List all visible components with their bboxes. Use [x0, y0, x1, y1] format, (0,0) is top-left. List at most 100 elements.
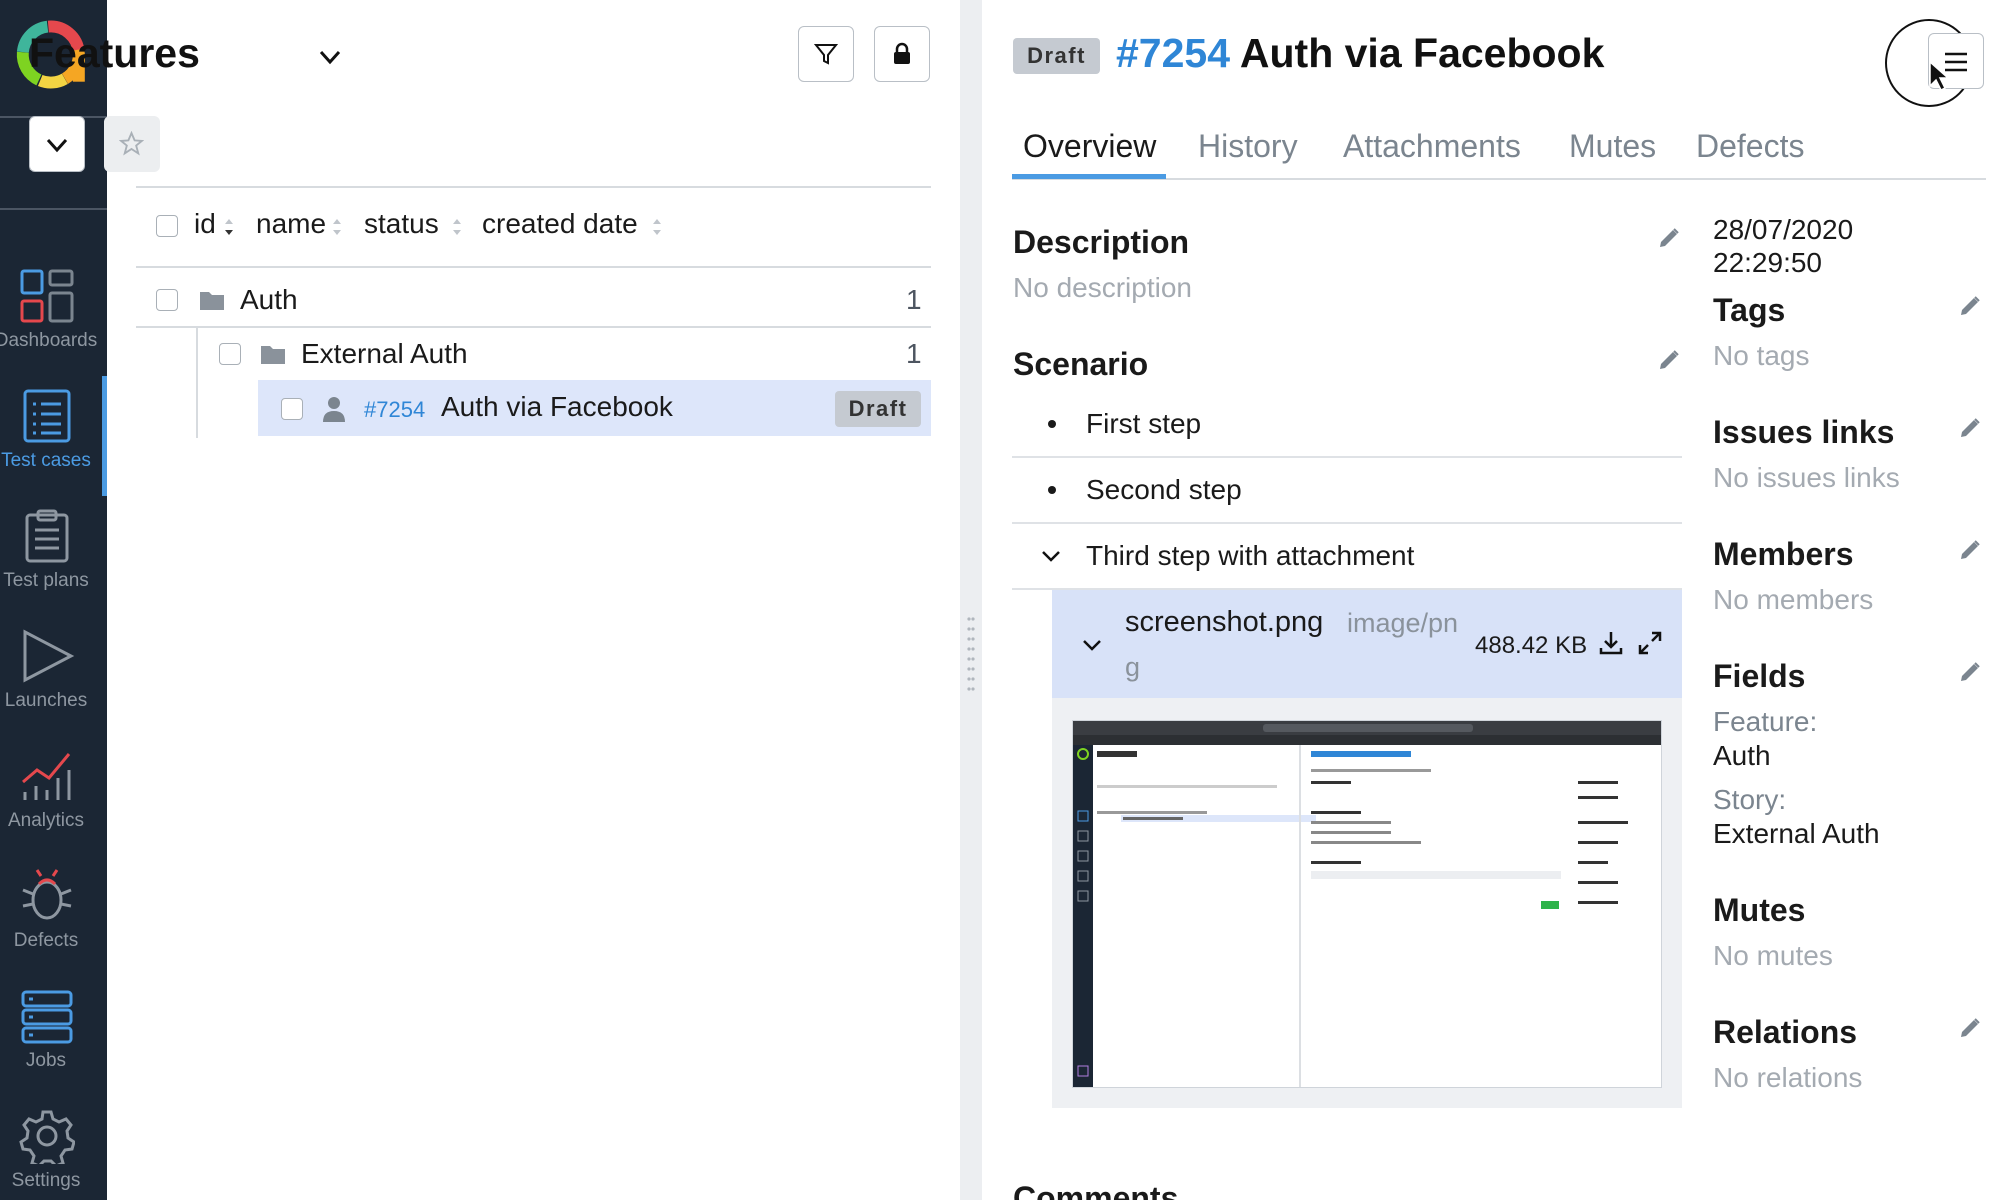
sidebar-item-label: Test cases	[1, 450, 91, 471]
row-checkbox[interactable]	[281, 398, 303, 420]
row-checkbox[interactable]	[156, 289, 178, 311]
tree-title[interactable]: Features	[29, 30, 200, 77]
tags-title: Tags	[1713, 292, 1786, 328]
sidebar-item-launches[interactable]: Launches	[0, 616, 107, 736]
created-time: 22:29:50	[1713, 247, 1822, 278]
analytics-icon	[22, 753, 71, 800]
sidebar-divider	[0, 208, 107, 210]
field-label-feature: Feature:	[1713, 706, 1818, 737]
scenario-step[interactable]: Third step with attachment	[1086, 540, 1414, 572]
folder-icon	[261, 346, 285, 364]
tab-history[interactable]: History	[1198, 128, 1298, 165]
collapse-all-button[interactable]	[29, 116, 85, 172]
tab-overview[interactable]: Overview	[1023, 128, 1156, 165]
scenario-step[interactable]: First step	[1086, 408, 1201, 440]
sidebar-item-defects[interactable]: Defects	[0, 856, 107, 976]
tree-row-count: 1	[906, 284, 922, 315]
sidebar-item-label: Defects	[13, 930, 79, 951]
jobs-icon	[21, 990, 73, 1044]
attachment-thumbnail-image[interactable]	[1072, 720, 1662, 1088]
select-all-checkbox[interactable]	[156, 215, 178, 237]
tab-defects[interactable]: Defects	[1696, 128, 1804, 165]
sidebar-item-label: Jobs	[25, 1050, 67, 1071]
tree-indent-line	[196, 326, 198, 438]
test-case-tree-panel	[107, 0, 960, 1200]
expand-icon[interactable]	[1637, 630, 1663, 656]
row-checkbox[interactable]	[219, 343, 241, 365]
column-header-created-date[interactable]: created date	[482, 208, 638, 240]
tree-row-label: External Auth	[301, 338, 468, 369]
scenario-step[interactable]: Second step	[1086, 474, 1242, 506]
test-plans-icon	[25, 509, 69, 563]
sidebar-item-label: Settings	[11, 1170, 81, 1191]
sort-desc-icon[interactable]	[223, 216, 235, 238]
chevron-down-icon[interactable]	[1040, 545, 1062, 567]
attachment-type-wrap: g	[1125, 652, 1141, 682]
filter-button[interactable]	[798, 26, 854, 82]
mutes-value: No mutes	[1713, 940, 1833, 971]
issues-links-title: Issues links	[1713, 414, 1895, 450]
field-value-feature: Auth	[1713, 740, 1771, 771]
chevron-down-icon[interactable]	[317, 44, 343, 70]
sidebar-item-test-cases[interactable]: Test cases	[0, 376, 107, 496]
lock-button[interactable]	[874, 26, 930, 82]
column-header-name[interactable]: name	[256, 208, 326, 240]
mutes-title: Mutes	[1713, 892, 1806, 928]
dashboards-icon	[20, 269, 74, 323]
sort-icon[interactable]	[651, 216, 663, 238]
test-cases-icon	[23, 389, 71, 443]
panel-splitter[interactable]	[960, 0, 982, 1200]
tags-value: No tags	[1713, 340, 1810, 371]
edit-issues-pencil-icon[interactable]	[1958, 416, 1982, 440]
edit-tags-pencil-icon[interactable]	[1958, 294, 1982, 318]
column-header-id[interactable]: id	[194, 208, 216, 240]
edit-members-pencil-icon[interactable]	[1958, 538, 1982, 562]
column-header-status[interactable]: status	[364, 208, 439, 240]
sidebar-item-analytics[interactable]: Analytics	[0, 736, 107, 856]
fields-title: Fields	[1713, 658, 1806, 694]
edit-fields-pencil-icon[interactable]	[1958, 660, 1982, 684]
folder-icon	[200, 292, 224, 310]
sidebar-item-test-plans[interactable]: Test plans	[0, 496, 107, 616]
sort-icon[interactable]	[451, 216, 463, 238]
test-case-id: #7254	[1116, 30, 1231, 76]
description-value: No description	[1013, 272, 1192, 303]
description-title: Description	[1013, 224, 1190, 260]
launches-icon	[23, 629, 75, 683]
edit-scenario-pencil-icon[interactable]	[1657, 348, 1681, 372]
tab-attachments[interactable]: Attachments	[1343, 128, 1521, 165]
sidebar-item-settings[interactable]: Settings	[0, 1096, 107, 1200]
divider	[136, 186, 931, 188]
field-label-story: Story:	[1713, 784, 1787, 815]
members-value: No members	[1713, 584, 1874, 615]
edit-relations-pencil-icon[interactable]	[1958, 1016, 1982, 1040]
chevron-down-icon	[46, 138, 68, 153]
sidebar-item-label: Dashboards	[0, 330, 98, 351]
divider	[1012, 456, 1682, 458]
tab-mutes[interactable]: Mutes	[1569, 128, 1656, 165]
attachment-type: image/pn	[1347, 608, 1459, 638]
test-case-name: Auth via Facebook	[441, 391, 673, 422]
drag-handle-icon[interactable]	[967, 616, 975, 694]
mouse-cursor-icon	[1929, 60, 1950, 92]
lock-icon	[894, 42, 910, 64]
sidebar-item-label: Test plans	[3, 570, 89, 591]
sidebar-item-dashboards[interactable]: Dashboards	[0, 256, 107, 376]
sidebar-item-jobs[interactable]: Jobs	[0, 976, 107, 1096]
divider	[136, 326, 931, 328]
members-title: Members	[1713, 536, 1854, 572]
app-root: MP Dashboards Test cases Tes	[0, 0, 2000, 1200]
scenario-title: Scenario	[1013, 346, 1149, 382]
favorite-button[interactable]	[104, 116, 160, 172]
edit-description-pencil-icon[interactable]	[1657, 226, 1681, 250]
user-icon	[323, 397, 345, 422]
download-icon[interactable]	[1598, 630, 1624, 656]
sort-icon[interactable]	[331, 216, 343, 238]
relations-title: Relations	[1713, 1014, 1858, 1050]
sidebar-item-label: Analytics	[7, 810, 85, 831]
issues-links-value: No issues links	[1713, 462, 1900, 493]
chevron-down-icon[interactable]	[1081, 634, 1103, 656]
divider	[1012, 522, 1682, 524]
filter-icon	[814, 44, 838, 65]
active-tab-indicator	[1012, 174, 1166, 179]
